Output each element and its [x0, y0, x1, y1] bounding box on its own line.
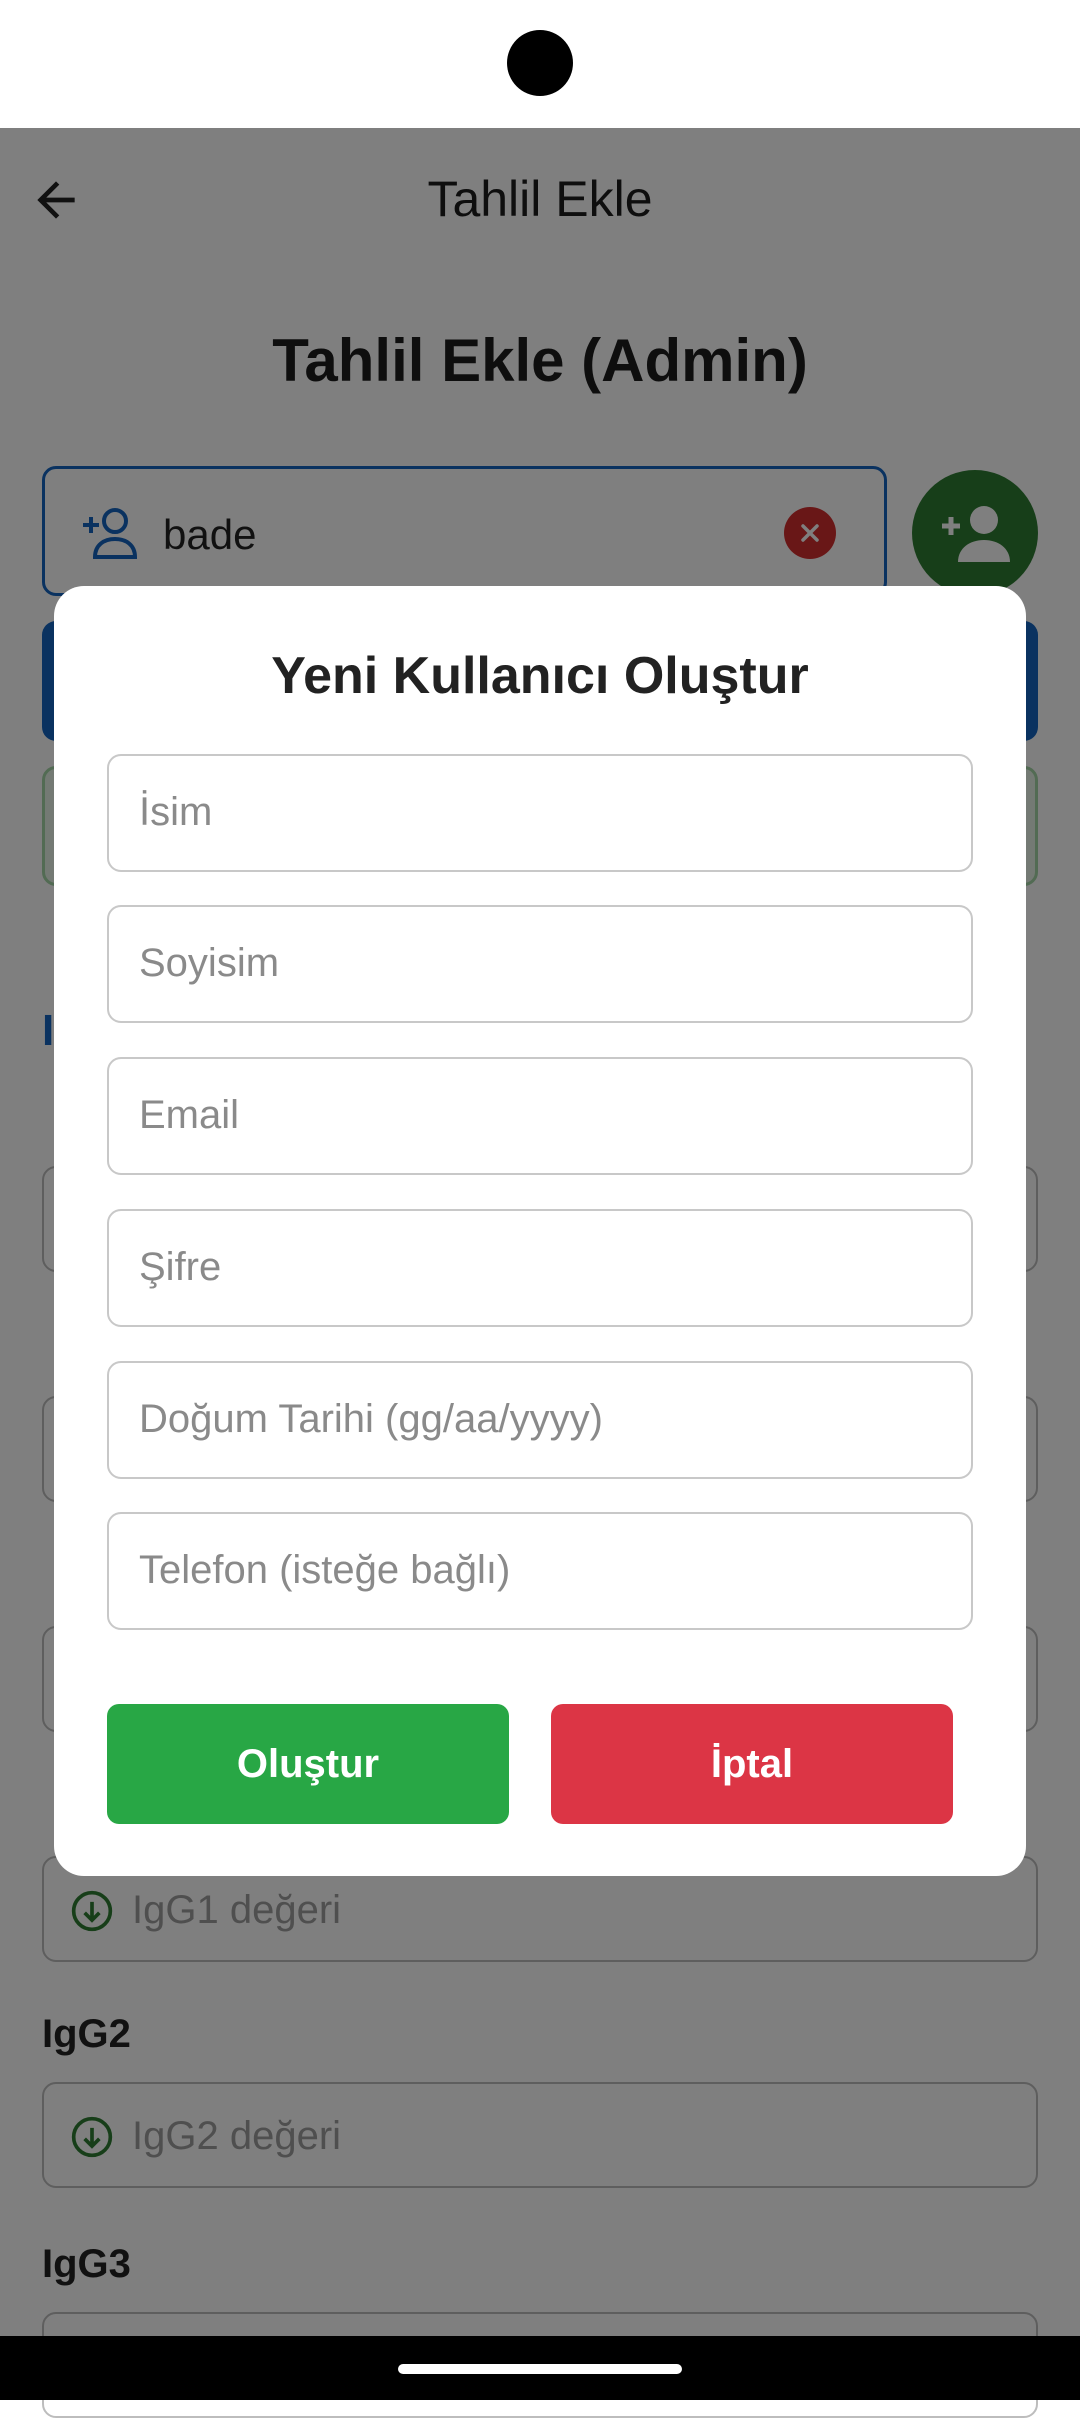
- password-placeholder: Şifre: [139, 1245, 222, 1289]
- last-name-field[interactable]: Soyisim: [107, 905, 973, 1023]
- camera-cutout: [507, 30, 573, 96]
- birth-date-placeholder: Doğum Tarihi (gg/aa/yyyy): [139, 1397, 603, 1441]
- last-name-placeholder: Soyisim: [139, 941, 280, 985]
- home-gesture-handle[interactable]: [398, 2364, 682, 2374]
- dialog-title: Yeni Kullanıcı Oluştur: [271, 647, 809, 705]
- first-name-placeholder: İsim: [139, 790, 213, 834]
- email-field[interactable]: Email: [107, 1057, 973, 1175]
- phone-field[interactable]: Telefon (isteğe bağlı): [107, 1512, 973, 1630]
- phone-placeholder: Telefon (isteğe bağlı): [139, 1548, 511, 1592]
- system-nav-bar: [0, 2336, 1080, 2400]
- status-bar: [0, 0, 1080, 128]
- password-field[interactable]: Şifre: [107, 1209, 973, 1327]
- create-button[interactable]: Oluştur: [107, 1704, 509, 1824]
- first-name-field[interactable]: İsim: [107, 754, 973, 872]
- birth-date-field[interactable]: Doğum Tarihi (gg/aa/yyyy): [107, 1361, 973, 1479]
- cancel-button[interactable]: İptal: [551, 1704, 953, 1824]
- create-user-dialog: Yeni Kullanıcı Oluştur İsim Soyisim Emai…: [54, 586, 1026, 1876]
- email-placeholder: Email: [139, 1093, 240, 1137]
